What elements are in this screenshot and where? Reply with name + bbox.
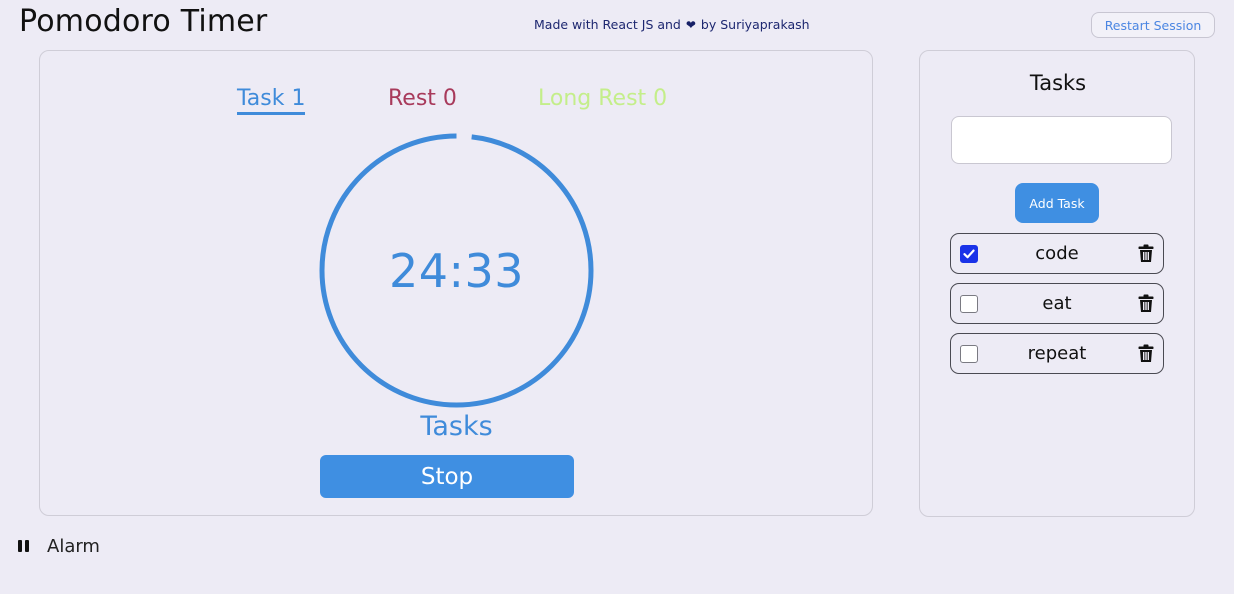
tab-long-rest[interactable]: Long Rest 0	[538, 86, 667, 111]
tab-rest[interactable]: Rest 0	[388, 86, 457, 111]
tasks-panel: Tasks Add Task code eat repeat	[919, 50, 1195, 517]
trash-icon[interactable]	[1138, 294, 1154, 313]
pause-icon[interactable]	[17, 539, 31, 553]
heart-icon: ❤	[685, 18, 696, 32]
alarm-control: Alarm	[17, 535, 100, 557]
app-title: Pomodoro Timer	[19, 4, 268, 39]
tab-task[interactable]: Task 1	[237, 86, 306, 115]
trash-icon[interactable]	[1138, 244, 1154, 263]
alarm-label: Alarm	[47, 535, 100, 557]
checkmark-icon	[963, 249, 975, 259]
stop-button[interactable]: Stop	[320, 455, 574, 498]
task-checkbox[interactable]	[960, 345, 978, 363]
timer-panel: Task 1 Rest 0 Long Rest 0 24:33 Tasks St…	[39, 50, 873, 516]
task-label: eat	[1042, 292, 1072, 314]
tasks-title: Tasks	[1029, 71, 1087, 95]
add-task-button[interactable]: Add Task	[1015, 183, 1099, 223]
task-label: code	[1035, 242, 1079, 264]
task-checkbox[interactable]	[960, 245, 978, 263]
credit-text: Made with React JS and ❤ by Suriyaprakas…	[534, 17, 810, 32]
credit-suffix: by Suriyaprakash	[700, 17, 810, 32]
task-label: repeat	[1027, 342, 1087, 364]
task-input[interactable]	[951, 116, 1172, 164]
credit-prefix: Made with React JS and	[534, 17, 681, 32]
task-item: code	[950, 233, 1164, 274]
task-item: repeat	[950, 333, 1164, 374]
restart-session-button[interactable]: Restart Session	[1091, 12, 1215, 38]
task-checkbox[interactable]	[960, 295, 978, 313]
task-item: eat	[950, 283, 1164, 324]
current-mode-label: Tasks	[420, 411, 493, 442]
trash-icon[interactable]	[1138, 344, 1154, 363]
timer-display: 24:33	[388, 243, 525, 298]
